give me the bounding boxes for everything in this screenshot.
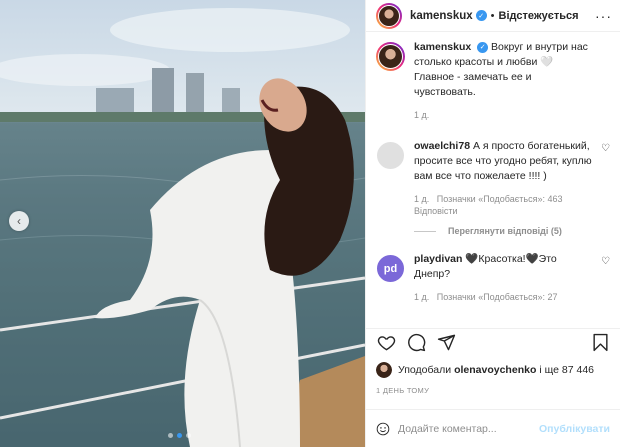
liker-username[interactable]: olenavoychenko [454,364,536,376]
carousel-prev-button[interactable]: ‹ [9,211,29,231]
comment-body: owaelchi78 А я просто богатенький, проси… [414,139,594,217]
post-date[interactable]: 1 ДЕНЬ ТОМУ [376,386,429,395]
caption-avatar[interactable] [376,42,405,71]
save-button[interactable] [590,333,610,353]
caption-age: 1 д. [414,110,430,120]
comment-item: pd playdivan 🖤Красотка!🖤Это Днепр? 1 д. … [366,252,620,303]
post-header: kamenskux ✓ • Відстежується ··· [366,0,620,32]
following-button[interactable]: Відстежується [499,10,579,22]
smiley-icon[interactable] [376,420,390,438]
post-photo[interactable]: ‹ [0,0,365,447]
caption-username[interactable]: kamenskux [414,41,471,53]
comments-list[interactable]: kamenskux ✓ Вокруг и внутри нас столько … [366,40,620,318]
comment-age: 1 д. [414,194,430,204]
post-side-panel: kamenskux ✓ • Відстежується ··· kamensku… [365,0,620,447]
comment-username[interactable]: playdivan [414,253,462,265]
likes-others[interactable]: і ще 87 446 [539,364,594,376]
comment-age: 1 д. [414,292,430,302]
comment-likes-count[interactable]: Позначки «Подобається»: 463 [437,194,563,204]
carousel-dot-active [177,433,182,438]
commenter-avatar[interactable] [376,141,405,170]
share-button[interactable] [436,333,456,353]
separator-dot: • [490,9,495,22]
caption-body: kamenskux ✓ Вокруг и внутри нас столько … [414,40,594,121]
reply-button[interactable]: Відповісти [414,206,458,216]
view-replies-button[interactable]: Переглянути відповіді (5) [414,226,620,236]
like-button[interactable] [376,333,396,353]
replies-divider [414,230,436,232]
comment-username[interactable]: owaelchi78 [414,140,470,152]
commenter-avatar[interactable]: pd [376,254,405,283]
view-replies-label: Переглянути відповіді (5) [448,226,562,236]
liker-avatar[interactable] [376,362,392,378]
comment-composer: Опублікувати [366,409,620,447]
chevron-left-icon: ‹ [17,214,21,228]
comment-icon [407,333,425,352]
likes-prefix: Уподобали [398,364,452,376]
comment-meta: 1 д. Позначки «Подобається»: 463 Відпові… [414,193,594,217]
comment-body: playdivan 🖤Красотка!🖤Это Днепр? 1 д. Поз… [414,252,594,303]
post-photo-illustration [0,8,365,447]
comment-likes-count[interactable]: Позначки «Подобається»: 27 [437,292,558,302]
likes-summary: Уподобали olenavoychenko і ще 87 446 [376,362,594,378]
carousel-dot [186,433,191,438]
author-avatar[interactable] [376,2,402,29]
author-username[interactable]: kamenskux [410,10,473,22]
comment-input[interactable] [397,422,533,435]
bookmark-icon [592,333,608,352]
paper-plane-icon [437,334,455,351]
verified-badge-icon: ✓ [477,42,489,53]
carousel-dots [168,433,191,438]
comment-item: owaelchi78 А я просто богатенький, проси… [366,139,620,217]
comment-like-heart-icon[interactable]: ♡ [601,143,610,154]
carousel-dot [168,433,173,438]
caption: kamenskux ✓ Вокруг и внутри нас столько … [366,40,620,121]
heart-icon [377,336,395,351]
post-actions-bar [366,328,620,356]
verified-badge-icon: ✓ [475,10,487,21]
more-options-icon[interactable]: ··· [595,8,612,24]
comment-button[interactable] [406,333,426,353]
comment-like-heart-icon[interactable]: ♡ [601,256,610,267]
publish-button[interactable]: Опублікувати [539,423,610,435]
comment-meta: 1 д. Позначки «Подобається»: 27 [414,291,594,303]
